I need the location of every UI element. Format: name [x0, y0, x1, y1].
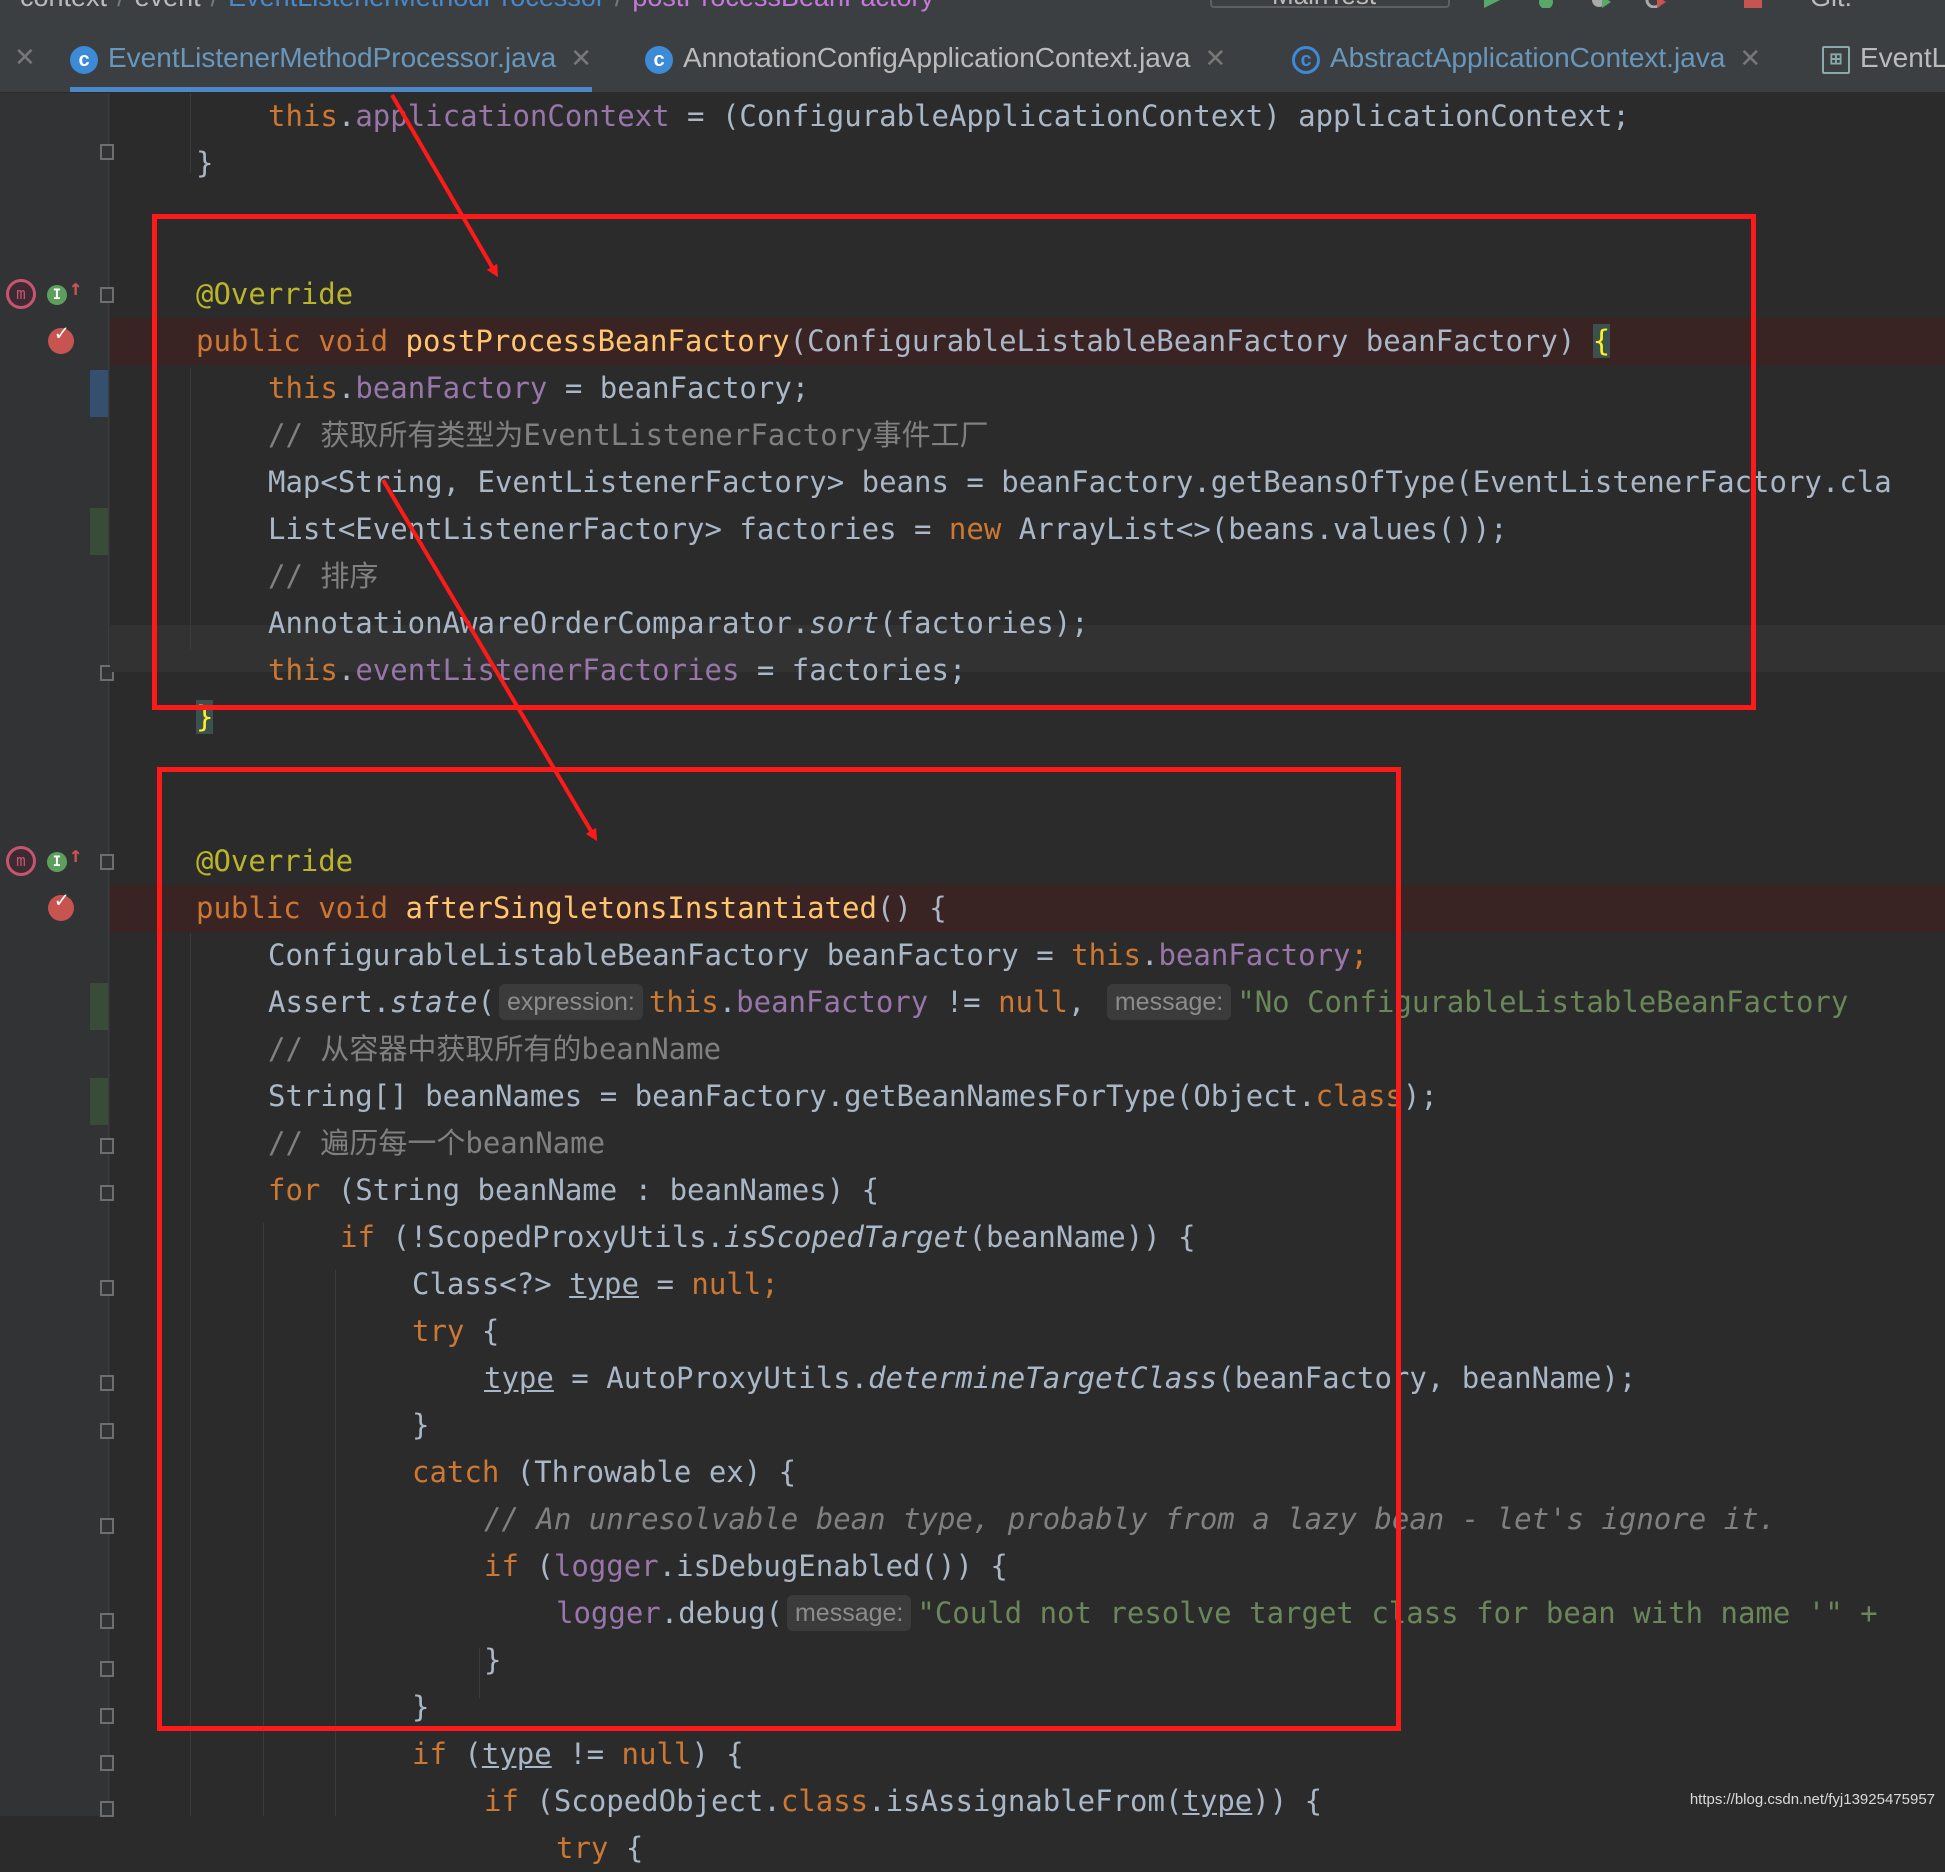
code-line[interactable]: this.applicationContext = (ConfigurableA…: [268, 93, 1630, 140]
change-marker[interactable]: [90, 508, 108, 555]
stop-icon[interactable]: [1742, 0, 1764, 8]
coverage-icon[interactable]: [1590, 0, 1612, 8]
breadcrumb-item[interactable]: event: [135, 0, 201, 12]
change-marker[interactable]: [90, 370, 108, 417]
code-line[interactable]: if (ScopedObject.class.isAssignableFrom(…: [484, 1778, 1322, 1825]
change-marker[interactable]: [90, 983, 108, 1030]
close-icon[interactable]: ✕: [570, 43, 592, 73]
watermark: https://blog.csdn.net/fyj13925475957: [1689, 1791, 1935, 1808]
breadcrumb-item[interactable]: EventListenerMethodProcessor: [228, 0, 605, 12]
class-icon: c: [70, 45, 98, 74]
implements-method-icon[interactable]: I: [47, 846, 82, 872]
tab-event-listener[interactable]: ⊞ EventL: [1822, 28, 1945, 88]
navigation-bar: context/event/EventListenerMethodProcess…: [0, 0, 1945, 12]
tab-label: EventL: [1860, 42, 1945, 73]
run-configuration-dropdown[interactable]: MainTest: [1210, 0, 1450, 10]
close-icon[interactable]: ✕: [1739, 43, 1761, 73]
tab-annotation-config-application-context[interactable]: c AnnotationConfigApplicationContext.java…: [645, 28, 1226, 88]
tab-label: EventListenerMethodProcessor.java: [108, 42, 557, 73]
git-label: Git:: [1810, 0, 1852, 12]
tab-abstract-application-context[interactable]: c AbstractApplicationContext.java ✕: [1292, 28, 1761, 88]
code-line[interactable]: try {: [556, 1825, 643, 1872]
highlight-box-after-singletons-instantiated: [157, 767, 1401, 1731]
override-method-icon[interactable]: m: [6, 279, 36, 309]
profile-icon[interactable]: [1645, 0, 1667, 8]
close-icon[interactable]: ✕: [14, 42, 36, 73]
breakpoint-icon[interactable]: [48, 321, 74, 354]
code-line[interactable]: }: [196, 140, 213, 187]
code-line[interactable]: if (type != null) {: [412, 1731, 744, 1778]
implements-method-icon[interactable]: I: [47, 279, 82, 305]
editor-gutter[interactable]: m I m I: [0, 93, 114, 1817]
close-icon[interactable]: ✕: [1204, 43, 1226, 73]
tab-label: AbstractApplicationContext.java: [1330, 42, 1726, 73]
change-marker[interactable]: [90, 1078, 108, 1125]
editor-tab-bar: ✕ c EventListenerMethodProcessor.java ✕ cA…: [0, 12, 1945, 93]
class-icon: c: [645, 45, 673, 74]
breadcrumb: context/event/EventListenerMethodProcess…: [20, 0, 934, 12]
structure-icon: ⊞: [1822, 45, 1850, 74]
highlight-box-post-process-bean-factory: [152, 214, 1756, 710]
breadcrumb-item[interactable]: context: [20, 0, 107, 12]
abstract-class-icon: c: [1292, 45, 1320, 74]
tab-event-listener-method-processor[interactable]: c EventListenerMethodProcessor.java ✕: [70, 28, 593, 92]
breadcrumb-item[interactable]: postProcessBeanFactory: [632, 0, 934, 12]
run-icon[interactable]: [1480, 0, 1502, 8]
debug-icon[interactable]: [1535, 0, 1557, 8]
breakpoint-icon[interactable]: [48, 888, 74, 921]
tab-label: AnnotationConfigApplicationContext.java: [683, 42, 1191, 73]
override-method-icon[interactable]: m: [6, 846, 36, 876]
